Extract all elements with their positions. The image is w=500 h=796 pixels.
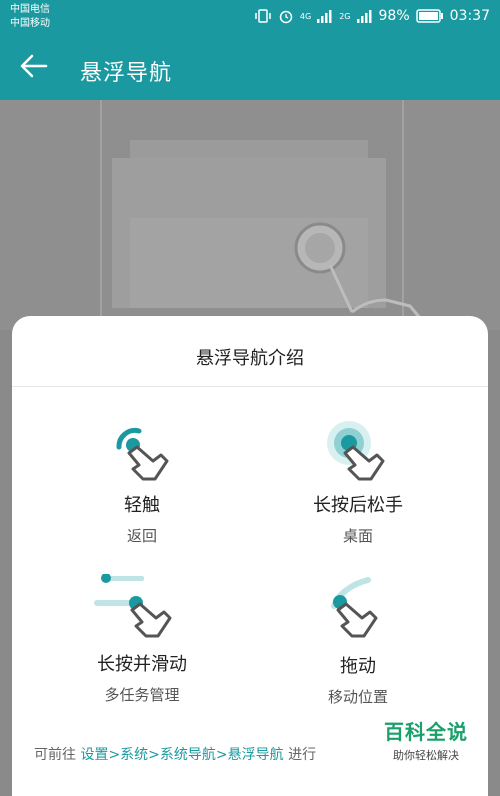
- divider: [12, 386, 488, 387]
- tap-gesture-icon: [116, 428, 169, 481]
- gesture-title: 长按后松手: [313, 495, 403, 516]
- carrier-1: 中国电信: [10, 4, 50, 15]
- gesture-desc: 多任务管理: [104, 686, 180, 704]
- gesture-desc: 桌面: [342, 527, 373, 545]
- network-2g-label: 2G: [339, 11, 351, 21]
- gesture-long-press-release: 长按后松手 桌面: [258, 419, 458, 546]
- gesture-desc: 移动位置: [327, 688, 388, 706]
- signal-icon: [317, 10, 332, 23]
- vibrate-icon: [255, 9, 271, 23]
- clock: 03:37: [449, 8, 490, 24]
- watermark-slogan: 助你轻松解决: [393, 749, 459, 762]
- sheet-title: 悬浮导航介绍: [196, 348, 304, 369]
- gesture-long-press-slide: 长按并滑动 多任务管理: [42, 574, 242, 705]
- battery-icon: [415, 9, 443, 23]
- gesture-title: 长按并滑动: [97, 654, 187, 675]
- watermark-logo: 百科全说 助你轻松解决: [384, 716, 468, 763]
- gesture-desc: 返回: [126, 527, 157, 545]
- long-press-gesture-icon: [327, 421, 385, 481]
- hint-suffix: 进行: [283, 747, 317, 763]
- app-bar: 悬浮导航: [0, 38, 500, 100]
- gesture-drag: 拖动 移动位置: [258, 576, 458, 707]
- navigation-illustration: [0, 100, 500, 330]
- status-bar: 中国电信 中国移动 4G 2G 98% 03:37: [0, 0, 500, 38]
- gesture-title: 轻触: [124, 495, 160, 516]
- network-4g-label: 4G: [299, 11, 312, 21]
- back-arrow-icon: [20, 54, 48, 78]
- carrier-2: 中国移动: [10, 18, 50, 29]
- watermark-brand: 百科全说: [384, 720, 468, 744]
- signal-icon: [356, 10, 372, 23]
- gesture-tap: 轻触 返回: [42, 423, 242, 546]
- battery-percent: 98%: [378, 8, 410, 24]
- drag-gesture-icon: [331, 577, 378, 638]
- alarm-icon: [279, 10, 293, 24]
- hint-prefix: 可前往: [34, 747, 81, 763]
- floating-dock-hand-icon: [294, 222, 422, 319]
- settings-path-link[interactable]: 设置>系统>系统导航>悬浮导航: [80, 747, 283, 763]
- settings-path-hint: 可前往 设置>系统>系统导航>悬浮导航 进行: [34, 744, 316, 764]
- page-title: 悬浮导航: [80, 61, 173, 86]
- gesture-title: 拖动: [340, 656, 376, 677]
- back-button[interactable]: [18, 50, 58, 86]
- status-icons: 4G 2G 98% 03:37: [254, 8, 490, 24]
- carrier-info: 中国电信 中国移动: [10, 3, 50, 31]
- slide-gesture-icon: [94, 574, 172, 638]
